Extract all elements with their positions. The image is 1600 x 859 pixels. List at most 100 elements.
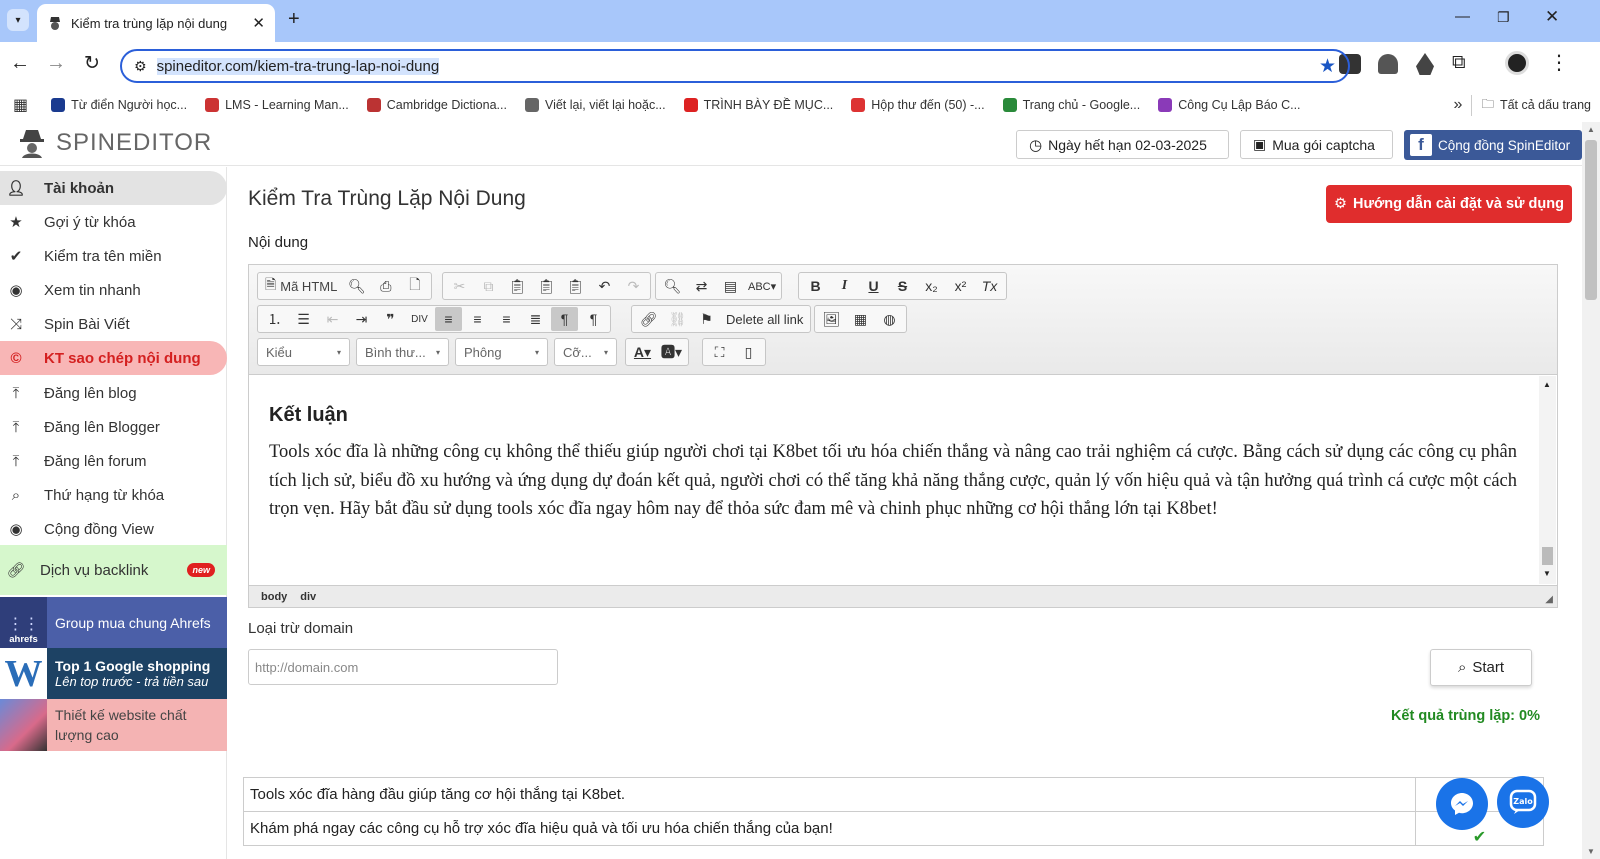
sidebar-item-9[interactable]: ⤒ Đăng lên forum xyxy=(0,444,227,478)
format-select[interactable]: Bình thư... ▾ xyxy=(356,338,449,366)
undo-icon[interactable]: ↶ xyxy=(591,274,618,298)
redo-icon[interactable]: ↷ xyxy=(620,274,647,298)
template-icon[interactable]: 🗋 xyxy=(401,274,428,298)
paste-word-icon[interactable]: 📋︎ xyxy=(562,274,589,298)
more-bookmarks-icon[interactable]: » xyxy=(1445,96,1472,114)
rtl-icon[interactable]: ¶ xyxy=(580,307,607,331)
bookmark-item[interactable]: Cambridge Dictiona... xyxy=(358,98,516,112)
delete-all-links-button[interactable]: Delete all link xyxy=(722,307,807,331)
bookmark-item[interactable]: Viết lại, viết lại hoặc... xyxy=(516,98,675,112)
show-blocks-icon[interactable]: ▯ xyxy=(735,340,762,364)
maximize-icon[interactable]: ⛶ xyxy=(706,340,733,364)
sidebar-item-10[interactable]: ⌕ Thứ hạng từ khóa xyxy=(0,478,227,512)
size-select[interactable]: Cỡ... ▾ xyxy=(554,338,617,366)
sidebar-item-3[interactable]: ✔ Kiểm tra tên miền xyxy=(0,239,227,273)
robot-extension-icon[interactable] xyxy=(1378,54,1398,74)
ahrefs-banner[interactable]: ⋮⋮ ahrefs Group mua chung Ahrefs xyxy=(0,597,227,648)
sidebar-item-12[interactable]: 🔗︎ Dịch vụ backlink new xyxy=(0,545,227,595)
spellcheck-icon[interactable]: ABC▾ xyxy=(746,274,778,298)
profile-avatar[interactable] xyxy=(1505,51,1529,75)
url-text[interactable]: spineditor.com/kiem-tra-trung-lap-noi-du… xyxy=(156,57,440,75)
align-left-icon[interactable]: ≡ xyxy=(435,307,462,331)
back-button[interactable]: ← xyxy=(10,52,30,75)
bookmark-item[interactable]: LMS - Learning Man... xyxy=(196,98,358,112)
site-info-icon[interactable]: ⚙ xyxy=(134,58,147,75)
blockquote-icon[interactable]: ❞ xyxy=(377,307,404,331)
bookmark-item[interactable]: Từ điển Người học... xyxy=(42,98,196,112)
close-window-button[interactable]: ✕ xyxy=(1545,7,1559,27)
bullet-list-icon[interactable]: ☰ xyxy=(290,307,317,331)
bookmark-star-icon[interactable]: ★ xyxy=(1319,55,1336,78)
path-div[interactable]: div xyxy=(300,591,316,603)
scroll-thumb[interactable] xyxy=(1542,547,1553,565)
paste-icon[interactable]: 📋︎ xyxy=(504,274,531,298)
tab-search-button[interactable]: ▾ xyxy=(7,9,29,31)
select-all-icon[interactable]: ▤ xyxy=(717,274,744,298)
underline-icon[interactable]: U xyxy=(860,274,887,298)
captcha-button[interactable]: ▣ Mua gói captcha xyxy=(1240,130,1393,159)
browser-tab[interactable]: Kiểm tra trùng lặp nội dung ✕ xyxy=(37,4,275,42)
iframe-globe-icon[interactable]: ◍ xyxy=(876,307,903,331)
html-source-button[interactable]: 🗎 Mã HTML xyxy=(261,274,341,298)
bookmark-item[interactable]: Công Cụ Lập Báo C... xyxy=(1149,98,1309,112)
sidebar-item-2[interactable]: ★ Gợi ý từ khóa xyxy=(0,205,227,239)
apps-icon[interactable]: ▦ xyxy=(0,95,42,115)
zalo-button[interactable]: Zalo xyxy=(1497,776,1549,828)
image-icon[interactable]: 🖼︎ xyxy=(818,307,845,331)
link-icon[interactable]: 🔗︎ xyxy=(635,307,662,331)
page-scroll-up-icon[interactable]: ▲ xyxy=(1587,125,1595,134)
cut-icon[interactable]: ✂ xyxy=(446,274,473,298)
print-icon[interactable]: ⎙ xyxy=(372,274,399,298)
preview-icon[interactable]: 🔍︎ xyxy=(343,274,370,298)
restore-button[interactable]: ❐ xyxy=(1497,9,1510,26)
spy-extension-icon[interactable] xyxy=(1416,53,1434,75)
puzzle-icon[interactable]: ⧉ xyxy=(1452,52,1466,74)
sidebar-item-5[interactable]: ⤨ Spin Bài Viết xyxy=(0,307,227,341)
align-right-icon[interactable]: ≡ xyxy=(493,307,520,331)
indent-icon[interactable]: ⇥ xyxy=(348,307,375,331)
sidebar-item-1[interactable]: 👤︎ Tài khoản xyxy=(0,171,227,205)
reload-button[interactable]: ↻ xyxy=(84,52,100,75)
start-button[interactable]: ⌕ Start xyxy=(1430,649,1532,686)
page-scroll-thumb[interactable] xyxy=(1585,140,1597,300)
path-body[interactable]: body xyxy=(261,591,287,603)
div-container-icon[interactable]: DIV xyxy=(406,307,433,331)
strike-icon[interactable]: S xyxy=(889,274,916,298)
text-color-icon[interactable]: A▾ xyxy=(629,340,656,364)
bookmark-item[interactable]: Hộp thư đến (50) -... xyxy=(842,98,993,112)
omnibox[interactable]: ⚙ spineditor.com/kiem-tra-trung-lap-noi-… xyxy=(120,49,1350,83)
new-tab-button[interactable]: + xyxy=(288,8,300,31)
menu-icon[interactable]: ⋮ xyxy=(1549,50,1569,75)
align-center-icon[interactable]: ≡ xyxy=(464,307,491,331)
site-logo[interactable]: SPINEDITOR xyxy=(18,128,212,158)
resize-handle-icon[interactable]: ◢ xyxy=(1545,594,1553,605)
bg-color-icon[interactable]: 🅰▾ xyxy=(658,340,685,364)
forward-button[interactable]: → xyxy=(46,52,66,75)
exclude-domain-input[interactable] xyxy=(248,649,558,685)
outdent-icon[interactable]: ⇤ xyxy=(319,307,346,331)
sidebar-item-6[interactable]: © KT sao chép nội dung xyxy=(0,341,227,375)
rich-text-editor[interactable]: 🗎 Mã HTML 🔍︎ ⎙ 🗋 ✂ ⧉ 📋︎ 📋︎ 📋︎ ↶ ↷ 🔍︎ ⇄ ▤ … xyxy=(248,264,1558,608)
bold-icon[interactable]: B xyxy=(802,274,829,298)
scroll-up-icon[interactable]: ▲ xyxy=(1543,380,1551,389)
scroll-down-icon[interactable]: ▼ xyxy=(1543,569,1551,578)
justify-icon[interactable]: ≣ xyxy=(522,307,549,331)
page-scrollbar[interactable]: ▲ ▼ xyxy=(1582,122,1600,859)
sidebar-item-11[interactable]: ◉ Cộng đồng View xyxy=(0,512,227,546)
copy-icon[interactable]: ⧉ xyxy=(475,274,502,298)
style-select[interactable]: Kiểu ▾ xyxy=(257,338,350,366)
expiry-button[interactable]: ◷ Ngày hết hạn 02-03-2025 xyxy=(1016,130,1229,159)
superscript-icon[interactable]: x² xyxy=(947,274,974,298)
anchor-flag-icon[interactable]: ⚑ xyxy=(693,307,720,331)
bookmark-item[interactable]: Trang chủ - Google... xyxy=(994,98,1150,112)
website-design-banner[interactable]: Thiết kế website chất lượng cao xyxy=(0,699,227,751)
minimize-button[interactable]: — xyxy=(1455,8,1470,25)
google-shopping-banner[interactable]: W Top 1 Google shopping Lên top trước - … xyxy=(0,648,227,699)
messenger-button[interactable] xyxy=(1436,778,1488,830)
sidebar-item-4[interactable]: ◉ Xem tin nhanh xyxy=(0,273,227,307)
table-icon[interactable]: ▦ xyxy=(847,307,874,331)
paste-text-icon[interactable]: 📋︎ xyxy=(533,274,560,298)
help-button[interactable]: ⚙ Hướng dẫn cài đặt và sử dụng xyxy=(1326,185,1572,223)
tab-close-icon[interactable]: ✕ xyxy=(252,14,265,32)
editor-content[interactable]: Kết luận Tools xóc đĩa là những công cụ … xyxy=(249,376,1539,584)
